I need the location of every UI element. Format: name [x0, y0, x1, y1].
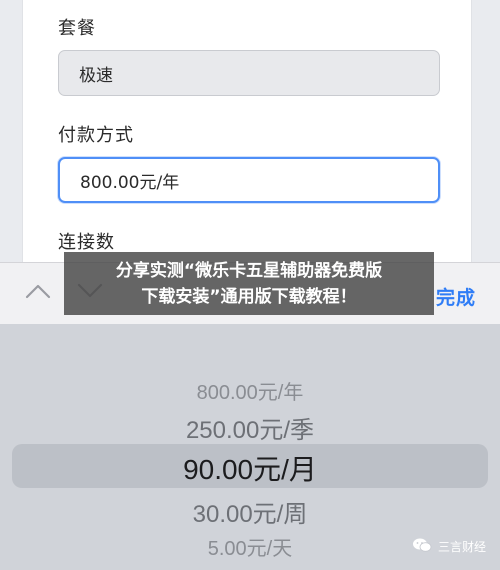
package-label: 套餐: [58, 18, 96, 39]
payment-settings-page: 套餐 极速 付款方式 800.00元/年 连接数 完成 800.00元/年 25…: [0, 0, 500, 570]
payment-method-value: 800.00元/年: [80, 172, 180, 193]
package-field: 极速: [58, 50, 440, 96]
picker-option[interactable]: 250.00元/季: [0, 410, 500, 445]
banner-line-1: 分享实测“微乐卡五星辅助器免费版: [115, 261, 383, 281]
wechat-icon: [412, 537, 432, 556]
connections-label: 连接数: [58, 232, 115, 253]
right-edge-panel: [471, 0, 500, 262]
banner-line-2: 下载安装”通用版下载教程！: [141, 287, 357, 307]
payment-picker-wheel[interactable]: 800.00元/年 250.00元/季 90.00元/月 30.00元/周 5.…: [0, 324, 500, 570]
done-button[interactable]: 完成: [436, 283, 476, 310]
watermark-text: 三言财经: [437, 540, 486, 554]
left-edge-panel: [0, 0, 23, 262]
watermark: 三言财经: [412, 537, 486, 556]
picker-option[interactable]: 800.00元/年: [0, 376, 500, 405]
article-title-banner: 分享实测“微乐卡五星辅助器免费版 下载安装”通用版下载教程！: [64, 252, 434, 315]
picker-option[interactable]: 30.00元/周: [0, 494, 500, 529]
package-value: 极速: [79, 65, 113, 86]
picker-option-selected[interactable]: 90.00元/月: [0, 448, 500, 488]
payment-method-field[interactable]: 800.00元/年: [58, 157, 440, 203]
chevron-up-icon[interactable]: [24, 277, 52, 305]
payment-method-label: 付款方式: [58, 125, 134, 146]
